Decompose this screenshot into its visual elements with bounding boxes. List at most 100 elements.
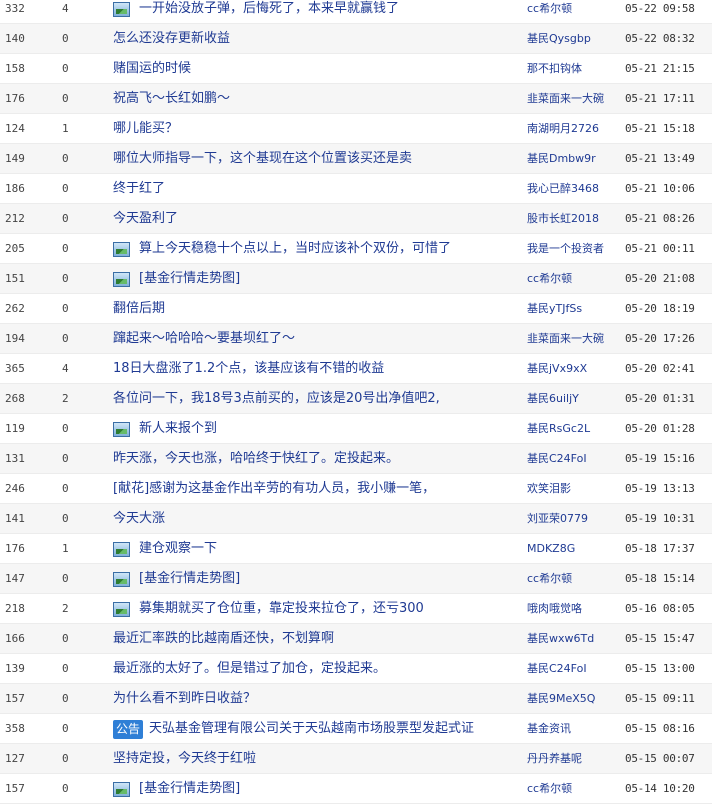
- author-link[interactable]: 丹丹养基呢: [527, 744, 619, 774]
- post-row[interactable]: 119 0 新人来报个到 基民RsGc2L 05-20 01:28: [0, 414, 712, 444]
- post-time: 05-20 01:28: [625, 422, 695, 435]
- post-title-link[interactable]: 赌国运的时候: [113, 54, 523, 84]
- post-time: 05-15 00:07: [625, 752, 695, 765]
- post-title-link[interactable]: 各位问一下，我18号3点前买的，应该是20号出净值吧2,: [113, 384, 523, 414]
- author-link[interactable]: cc希尔顿: [527, 0, 619, 24]
- author-link[interactable]: cc希尔顿: [527, 264, 619, 294]
- author-link[interactable]: 基民jVx9xX: [527, 354, 619, 384]
- author-link[interactable]: 基民Dmbw9r: [527, 144, 619, 174]
- post-title-link[interactable]: 公告 天弘基金管理有限公司关于天弘越南市场股票型发起式证: [113, 714, 523, 744]
- author-link[interactable]: 韭菜面来一大碗: [527, 84, 619, 114]
- author-link[interactable]: 基民C24FoI: [527, 444, 619, 474]
- author-link[interactable]: 股市长虹2018: [527, 204, 619, 234]
- post-row[interactable]: 147 0 [基金行情走势图] cc希尔顿 05-18 15:14: [0, 564, 712, 594]
- post-title-link[interactable]: 蹿起来～哈哈哈～要基坝红了～: [113, 324, 523, 354]
- post-title-link[interactable]: 最近汇率跌的比越南盾还快，不划算啊: [113, 624, 523, 654]
- author-link[interactable]: 基民C24FoI: [527, 654, 619, 684]
- reply-count: 0: [62, 752, 69, 765]
- post-title-link[interactable]: [献花]感谢为这基金作出辛劳的有功人员，我小赚一笔，: [113, 474, 523, 504]
- reply-count: 4: [62, 2, 69, 15]
- post-title-link[interactable]: 为什么看不到昨日收益？: [113, 684, 523, 714]
- post-row[interactable]: 176 0 祝高飞～长红如鹏～ 韭菜面来一大碗 05-21 17:11: [0, 84, 712, 114]
- post-row[interactable]: 262 0 翻倍后期 基民yTJfSs 05-20 18:19: [0, 294, 712, 324]
- reply-count: 1: [62, 122, 69, 135]
- post-title-link[interactable]: 新人来报个到: [113, 414, 523, 444]
- post-title-text: 祝高飞～长红如鹏～: [113, 91, 231, 106]
- reply-count: 0: [62, 482, 69, 495]
- post-title-link[interactable]: [基金行情走势图]: [113, 774, 523, 804]
- author-link[interactable]: cc希尔顿: [527, 774, 619, 804]
- author-link[interactable]: 基民RsGc2L: [527, 414, 619, 444]
- author-link[interactable]: 我心已醉3468: [527, 174, 619, 204]
- post-time: 05-20 21:08: [625, 272, 695, 285]
- post-title-link[interactable]: 翻倍后期: [113, 294, 523, 324]
- post-time: 05-19 10:31: [625, 512, 695, 525]
- post-title-link[interactable]: 昨天涨，今天也涨，哈哈终于快红了。定投起来。: [113, 444, 523, 474]
- post-row[interactable]: 332 4 一开始没放子弹，后悔死了，本来早就赢钱了 cc希尔顿 05-22 09:58: [0, 0, 712, 24]
- post-time: 05-21 21:15: [625, 62, 695, 75]
- post-row[interactable]: 268 2 各位问一下，我18号3点前买的，应该是20号出净值吧2, 基民6uiljY…: [0, 384, 712, 414]
- post-title-link[interactable]: 一开始没放子弹，后悔死了，本来早就赢钱了: [113, 0, 523, 24]
- post-row[interactable]: 194 0 蹿起来～哈哈哈～要基坝红了～ 韭菜面来一大碗 05-20 17:26: [0, 324, 712, 354]
- author-link[interactable]: 刘亚荣0779: [527, 504, 619, 534]
- post-title-text: 昨天涨，今天也涨，哈哈终于快红了。定投起来。: [113, 451, 400, 466]
- author-link[interactable]: 基民yTJfSs: [527, 294, 619, 324]
- post-row[interactable]: 205 0 算上今天稳稳十个点以上，当时应该补个双份，可惜了 我是一个投资者 05-21…: [0, 234, 712, 264]
- author-link[interactable]: 基民Qysgbp: [527, 24, 619, 54]
- author-link[interactable]: 哦肉哦觉咯: [527, 594, 619, 624]
- author-link[interactable]: 韭菜面来一大碗: [527, 324, 619, 354]
- read-count: 268: [5, 392, 25, 405]
- author-link[interactable]: 我是一个投资者: [527, 234, 619, 264]
- author-link[interactable]: 基金资讯: [527, 714, 619, 744]
- author-link[interactable]: 基民6uiljY: [527, 384, 619, 414]
- post-row[interactable]: 246 0 [献花]感谢为这基金作出辛劳的有功人员，我小赚一笔， 欢笑泪影 05-19 …: [0, 474, 712, 504]
- post-title-text: [基金行情走势图]: [139, 271, 241, 286]
- author-link[interactable]: MDKZ8G: [527, 534, 619, 564]
- post-title-link[interactable]: 募集期就买了仓位重，靠定投来拉仓了，还亏300: [113, 594, 523, 624]
- post-title-link[interactable]: [基金行情走势图]: [113, 564, 523, 594]
- post-title-link[interactable]: 最近涨的太好了。但是错过了加仓，定投起来。: [113, 654, 523, 684]
- author-link[interactable]: 欢笑泪影: [527, 474, 619, 504]
- author-link[interactable]: 基民wxw6Td: [527, 624, 619, 654]
- author-link[interactable]: 南湖明月2726: [527, 114, 619, 144]
- post-row[interactable]: 140 0 怎么还没存更新收益 基民Qysgbp 05-22 08:32: [0, 24, 712, 54]
- post-row[interactable]: 212 0 今天盈利了 股市长虹2018 05-21 08:26: [0, 204, 712, 234]
- post-title-link[interactable]: 18日大盘涨了1.2个点，该基应该有不错的收益: [113, 354, 523, 384]
- post-row[interactable]: 124 1 哪儿能买？ 南湖明月2726 05-21 15:18: [0, 114, 712, 144]
- post-title-link[interactable]: 今天大涨: [113, 504, 523, 534]
- author-link[interactable]: cc希尔顿: [527, 564, 619, 594]
- post-row[interactable]: 151 0 [基金行情走势图] cc希尔顿 05-20 21:08: [0, 264, 712, 294]
- post-title-link[interactable]: 今天盈利了: [113, 204, 523, 234]
- post-row[interactable]: 127 0 坚持定投，今天终于红啦 丹丹养基呢 05-15 00:07: [0, 744, 712, 774]
- post-row[interactable]: 365 4 18日大盘涨了1.2个点，该基应该有不错的收益 基民jVx9xX 05-20…: [0, 354, 712, 384]
- post-row[interactable]: 186 0 终于红了 我心已醉3468 05-21 10:06: [0, 174, 712, 204]
- author-link[interactable]: 基民9MeX5Q: [527, 684, 619, 714]
- post-title-link[interactable]: 建仓观察一下: [113, 534, 523, 564]
- post-row[interactable]: 166 0 最近汇率跌的比越南盾还快，不划算啊 基民wxw6Td 05-15 15:47: [0, 624, 712, 654]
- post-title-link[interactable]: 坚持定投，今天终于红啦: [113, 744, 523, 774]
- author-link[interactable]: 那不扣钩体: [527, 54, 619, 84]
- post-row[interactable]: 131 0 昨天涨，今天也涨，哈哈终于快红了。定投起来。 基民C24FoI 05-19 …: [0, 444, 712, 474]
- post-title-link[interactable]: 怎么还没存更新收益: [113, 24, 523, 54]
- post-row[interactable]: 176 1 建仓观察一下 MDKZ8G 05-18 17:37: [0, 534, 712, 564]
- post-row[interactable]: 157 0 为什么看不到昨日收益？ 基民9MeX5Q 05-15 09:11: [0, 684, 712, 714]
- image-icon: [113, 571, 130, 587]
- image-icon: [113, 241, 130, 257]
- post-row[interactable]: 149 0 哪位大师指导一下，这个基现在这个位置该买还是卖 基民Dmbw9r 05-21…: [0, 144, 712, 174]
- post-title-link[interactable]: 算上今天稳稳十个点以上，当时应该补个双份，可惜了: [113, 234, 523, 264]
- post-time: 05-21 00:11: [625, 242, 695, 255]
- post-row[interactable]: 139 0 最近涨的太好了。但是错过了加仓，定投起来。 基民C24FoI 05-15 1…: [0, 654, 712, 684]
- post-row[interactable]: 218 2 募集期就买了仓位重，靠定投来拉仓了，还亏300 哦肉哦觉咯 05-16 08…: [0, 594, 712, 624]
- reply-count: 4: [62, 362, 69, 375]
- post-row[interactable]: 358 0 公告 天弘基金管理有限公司关于天弘越南市场股票型发起式证 基金资讯 05-15…: [0, 714, 712, 744]
- post-title-link[interactable]: 哪位大师指导一下，这个基现在这个位置该买还是卖: [113, 144, 523, 174]
- reply-count: 0: [62, 92, 69, 105]
- post-time: 05-19 13:13: [625, 482, 695, 495]
- post-row[interactable]: 157 0 [基金行情走势图] cc希尔顿 05-14 10:20: [0, 774, 712, 804]
- post-title-link[interactable]: 哪儿能买？: [113, 114, 523, 144]
- post-title-link[interactable]: 祝高飞～长红如鹏～: [113, 84, 523, 114]
- post-title-link[interactable]: [基金行情走势图]: [113, 264, 523, 294]
- post-row[interactable]: 158 0 赌国运的时候 那不扣钩体 05-21 21:15: [0, 54, 712, 84]
- post-title-link[interactable]: 终于红了: [113, 174, 523, 204]
- post-row[interactable]: 141 0 今天大涨 刘亚荣0779 05-19 10:31: [0, 504, 712, 534]
